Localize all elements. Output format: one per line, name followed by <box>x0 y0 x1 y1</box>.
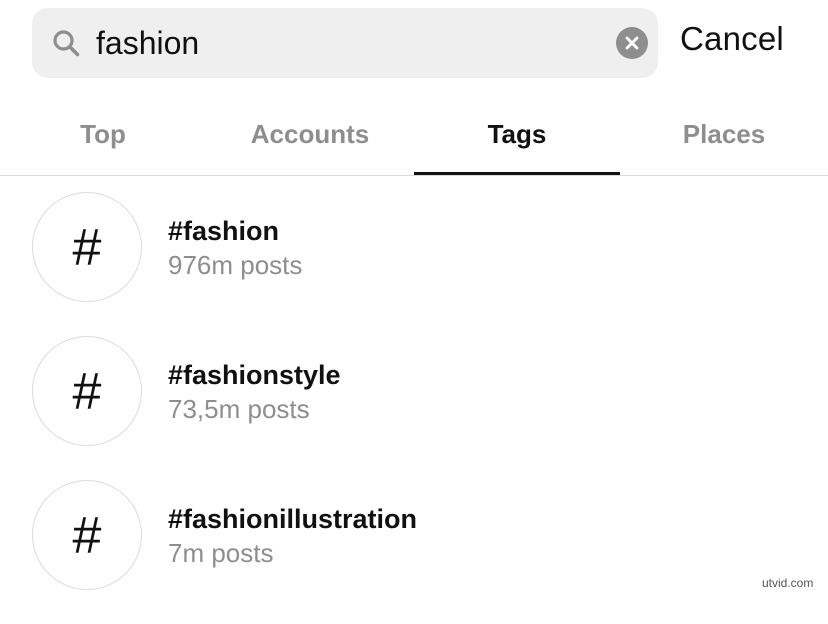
clear-search-button[interactable] <box>616 27 648 59</box>
tag-name: #fashion <box>168 216 280 246</box>
clear-icon <box>625 36 639 50</box>
tag-result-row[interactable]: # #fashion 976m posts <box>0 192 828 336</box>
tag-result-row[interactable]: # #fashionstyle 73,5m posts <box>0 336 828 480</box>
tab-accounts[interactable]: Accounts <box>207 95 413 175</box>
search-bar: Cancel <box>0 0 828 95</box>
tag-post-count: 976m posts <box>168 250 303 280</box>
hashtag-icon: # <box>32 336 142 446</box>
tab-places[interactable]: Places <box>621 95 827 175</box>
search-field[interactable] <box>32 8 658 78</box>
tag-post-count: 73,5m posts <box>168 394 310 424</box>
watermark: utvid.com <box>762 576 814 590</box>
tag-name: #fashionstyle <box>168 360 341 390</box>
tag-name: #fashionillustration <box>168 504 418 534</box>
tab-top[interactable]: Top <box>0 95 206 175</box>
active-tab-indicator <box>414 172 620 175</box>
tab-tags[interactable]: Tags <box>414 95 620 175</box>
search-icon <box>52 29 80 57</box>
search-input[interactable] <box>96 20 596 66</box>
hashtag-icon: # <box>32 480 142 590</box>
tag-result-row[interactable]: # #fashionillustration 7m posts <box>0 480 828 624</box>
search-tabs: Top Accounts Tags Places <box>0 95 828 176</box>
hashtag-icon: # <box>32 192 142 302</box>
tag-post-count: 7m posts <box>168 538 274 568</box>
cancel-button[interactable]: Cancel <box>680 20 784 58</box>
